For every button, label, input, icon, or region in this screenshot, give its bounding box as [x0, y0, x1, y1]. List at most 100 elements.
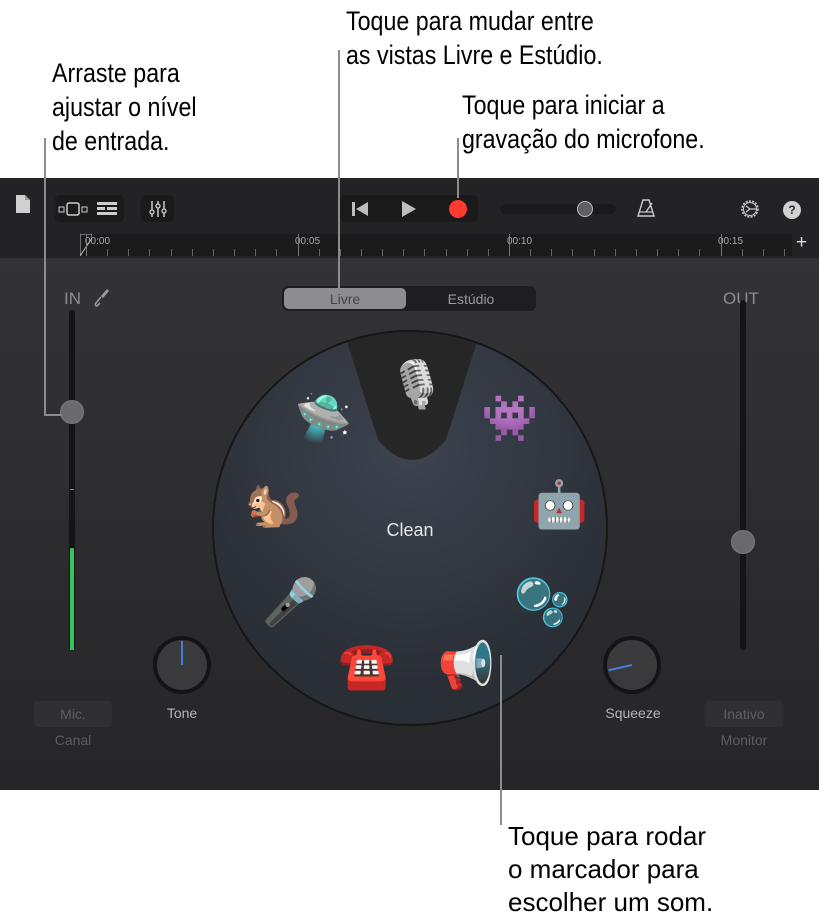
ruler-minor-tick	[635, 249, 637, 256]
control-bar: ?	[0, 178, 819, 230]
ruler-major-tick	[509, 234, 510, 256]
tracks-view-button[interactable]	[56, 197, 89, 221]
output-level-fader[interactable]	[740, 300, 746, 650]
input-cable-icon[interactable]	[92, 288, 110, 313]
output-level-knob[interactable]	[731, 529, 755, 554]
ruler-minor-tick	[762, 249, 764, 256]
monitor-caption: Monitor	[720, 732, 768, 748]
preset-clean-microphone-icon[interactable]: 🎙️	[388, 361, 445, 407]
help-button[interactable]: ?	[781, 199, 803, 221]
leader-line-input-h	[44, 414, 62, 416]
tone-knob-indicator	[181, 641, 183, 665]
metronome-button[interactable]	[634, 196, 658, 220]
squeeze-knob-indicator	[608, 664, 633, 672]
ruler-minor-tick	[614, 249, 616, 256]
ruler-minor-tick	[318, 249, 320, 256]
ruler-minor-tick	[360, 249, 362, 256]
callout-dial: Toque para rodar o marcador para escolhe…	[508, 821, 714, 917]
play-button[interactable]	[390, 195, 428, 222]
ruler-label: 00:05	[295, 236, 321, 247]
ruler-minor-tick	[234, 249, 236, 256]
go-to-beginning-button[interactable]	[340, 195, 380, 222]
go-to-beginning-icon	[352, 201, 368, 216]
master-volume-slider[interactable]	[500, 201, 616, 217]
callout-view-toggle: Toque para mudar entre as vistas Livre e…	[346, 6, 603, 70]
tracks-view-icon	[58, 202, 87, 216]
monitor-button[interactable]: Inativo	[705, 701, 783, 727]
callout-input-level: Arraste para ajustar o nível de entrada.	[52, 58, 197, 156]
ruler-minor-tick	[741, 249, 743, 256]
ruler-minor-tick	[382, 249, 384, 256]
ruler-minor-tick	[191, 249, 193, 256]
ruler-major-tick	[297, 234, 299, 256]
ruler-minor-tick	[572, 249, 574, 256]
ruler-minor-tick	[487, 249, 489, 256]
channel-caption: Canal	[54, 732, 92, 748]
preset-megaphone-icon[interactable]: 📢	[438, 642, 495, 688]
ruler-minor-tick	[593, 249, 595, 256]
preset-bubbles-icon[interactable]: 🫧	[514, 579, 571, 625]
voice-preset-dial[interactable]: Clean 🎙️ 👾 🤖 🫧 📢 ☎️ 🎤 🐿️ 🛸	[212, 330, 608, 726]
leader-line-input	[44, 138, 46, 415]
timeline-ruler[interactable]: 00:00 00:05 00:10 00:15 +	[0, 230, 819, 258]
my-songs-button[interactable]	[12, 192, 34, 216]
play-icon	[402, 200, 416, 217]
ruler-major-tick	[86, 234, 87, 256]
ruler-minor-tick	[551, 249, 553, 256]
leader-line-record	[457, 138, 459, 198]
ruler-track[interactable]: 00:00 00:05 00:10 00:15	[80, 234, 792, 256]
mixer-icon	[148, 200, 167, 217]
ruler-minor-tick	[678, 249, 680, 256]
settings-icon	[741, 200, 759, 218]
ruler-minor-tick	[657, 249, 659, 256]
ruler-minor-tick	[783, 249, 785, 256]
settings-button[interactable]	[738, 197, 762, 221]
svg-text:?: ?	[788, 203, 795, 217]
document-icon	[16, 195, 30, 213]
ruler-minor-tick	[530, 249, 532, 256]
record-button[interactable]	[438, 195, 478, 222]
ruler-minor-tick	[128, 249, 130, 256]
add-section-button[interactable]: +	[796, 232, 807, 254]
ruler-minor-tick	[699, 249, 701, 256]
ruler-minor-tick	[170, 249, 172, 256]
channel-button[interactable]: Mic.	[34, 701, 112, 727]
metronome-icon	[637, 199, 655, 217]
preset-ufo-icon[interactable]: 🛸	[295, 395, 352, 441]
ruler-minor-tick	[107, 249, 109, 256]
input-label: IN	[64, 289, 81, 308]
view-option-livre[interactable]: Livre	[284, 288, 406, 309]
ruler-minor-tick	[212, 249, 214, 256]
mixer-button[interactable]	[141, 195, 174, 222]
preset-karaoke-mic-icon[interactable]: 🎤	[262, 579, 319, 625]
squeeze-knob[interactable]	[603, 636, 661, 694]
preset-chipmunk-icon[interactable]: 🐿️	[245, 481, 302, 527]
help-icon: ?	[783, 201, 801, 219]
preset-monster-icon[interactable]: 👾	[481, 395, 538, 441]
browser-button[interactable]	[91, 197, 123, 221]
ruler-minor-tick	[466, 249, 468, 256]
leader-line-view	[338, 50, 340, 288]
preset-telephone-icon[interactable]: ☎️	[338, 642, 395, 688]
tone-knob[interactable]	[153, 636, 211, 694]
browser-icon	[97, 202, 117, 215]
leader-line-dial	[500, 655, 502, 825]
ruler-label: 00:15	[718, 236, 744, 247]
view-segmented-control: Livre Estúdio	[282, 286, 536, 311]
input-peak-indicator	[70, 489, 74, 490]
ruler-minor-tick	[276, 249, 278, 256]
ruler-major-tick	[720, 234, 722, 256]
garageband-audio-recorder: ? 00:00 00:05 00:10 00:15 + Livre Estúdi…	[0, 178, 819, 790]
preset-robot-icon[interactable]: 🤖	[531, 481, 588, 527]
view-option-estudio[interactable]: Estúdio	[408, 288, 534, 309]
ruler-minor-tick	[149, 249, 151, 256]
input-level-knob[interactable]	[60, 400, 84, 424]
record-icon	[449, 199, 467, 218]
master-volume-knob[interactable]	[577, 201, 593, 217]
input-level-meter	[70, 548, 74, 650]
callout-record: Toque para iniciar a gravação do microfo…	[462, 90, 705, 154]
ruler-minor-tick	[445, 249, 447, 256]
ruler-label: 00:10	[507, 236, 533, 247]
ruler-minor-tick	[255, 249, 257, 256]
ruler-minor-tick	[403, 249, 405, 256]
